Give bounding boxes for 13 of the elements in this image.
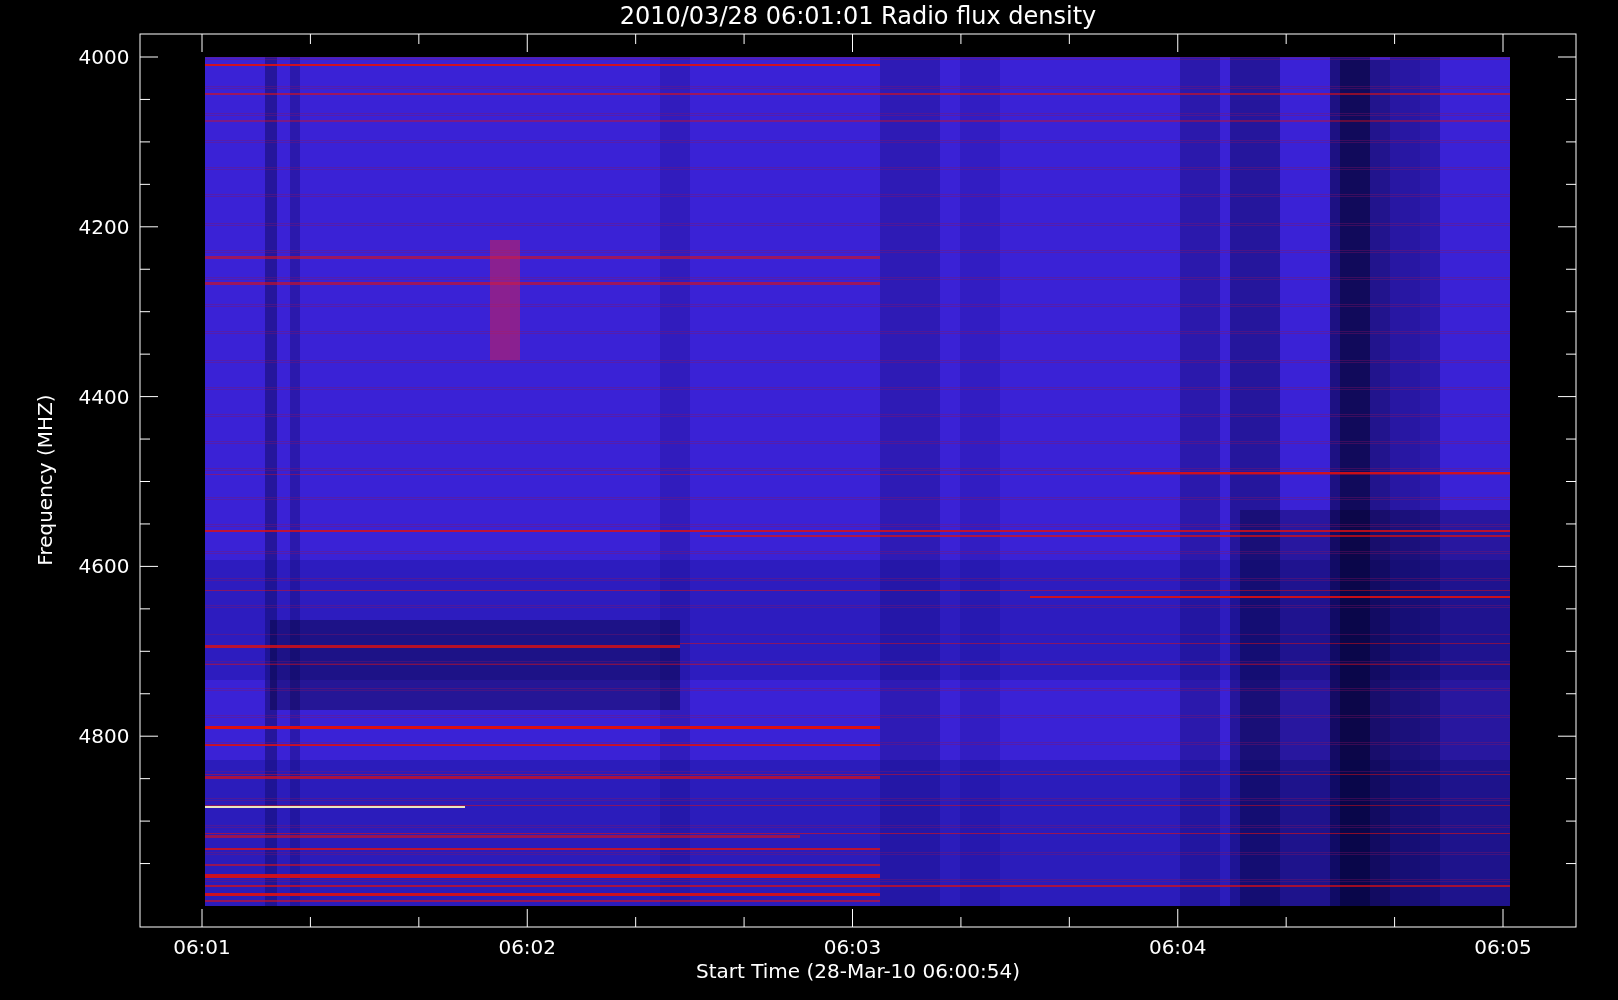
y-tick-label: 4200 (78, 214, 130, 239)
y-tick-label: 4400 (78, 384, 130, 409)
y-tick-label: 4800 (78, 724, 130, 749)
y-tick-label: 4000 (78, 45, 130, 69)
chart-title: 2010/03/28 06:01:01 Radio flux density (619, 2, 1097, 30)
x-tick-label: 06:04 (1148, 935, 1207, 959)
y-tick-label: 4600 (78, 554, 130, 579)
x-axis-label: Start Time (28-Mar-10 06:00:54) (695, 959, 1021, 983)
x-tick-label: 06:03 (823, 935, 882, 959)
x-tick-label: 06:02 (498, 935, 557, 959)
x-tick-label: 06:05 (1474, 935, 1532, 959)
y-axis-label: Frequency (MHZ) (33, 394, 57, 566)
x-tick-label: 06:01 (173, 935, 231, 959)
